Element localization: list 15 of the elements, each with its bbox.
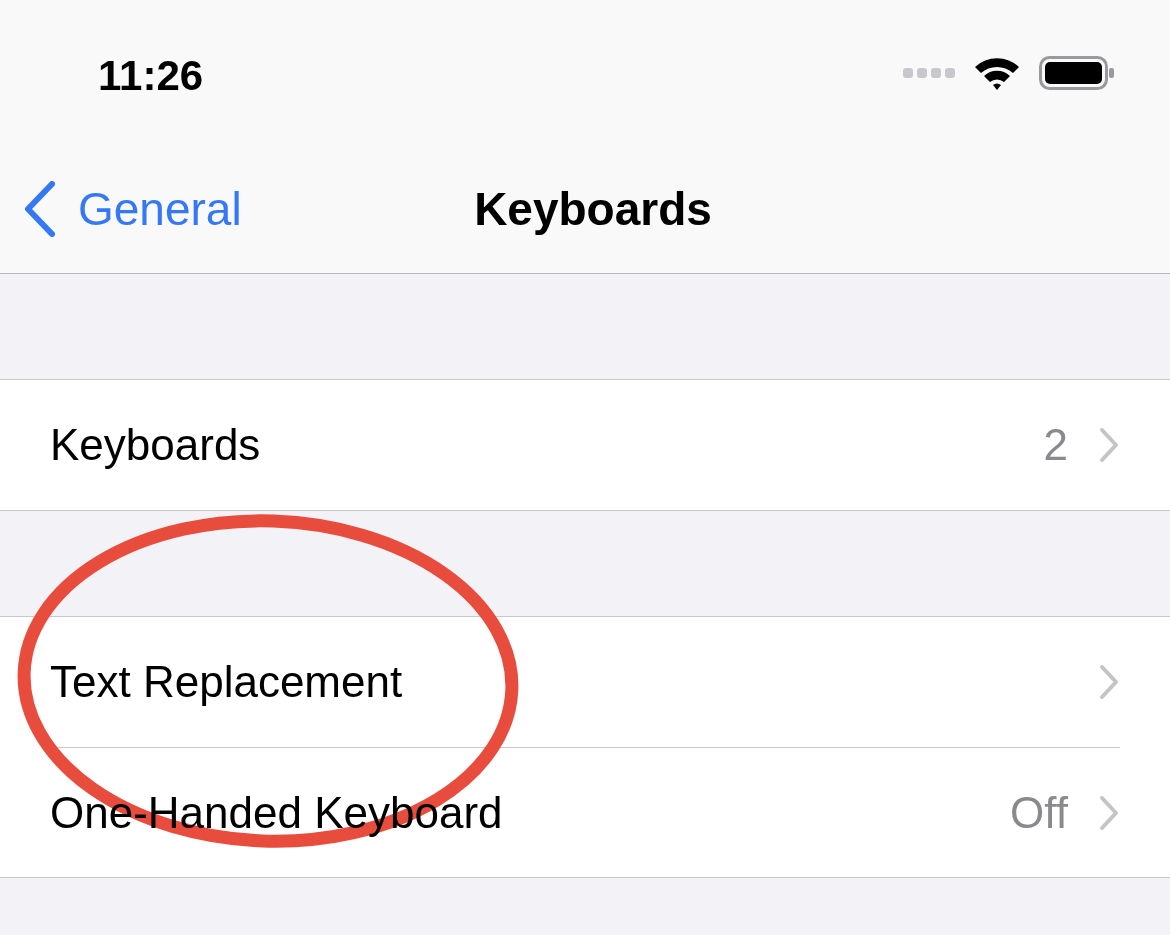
status-time: 11:26 bbox=[98, 52, 204, 100]
chevron-icon bbox=[1098, 794, 1120, 831]
row-value: Off bbox=[1010, 787, 1068, 838]
nav-title: Keyboards bbox=[474, 182, 712, 236]
settings-row[interactable]: Text Replacement bbox=[50, 617, 1120, 747]
row-label: Text Replacement bbox=[50, 657, 403, 707]
battery-icon bbox=[1039, 56, 1115, 90]
back-chevron-icon bbox=[24, 181, 56, 237]
chevron-icon bbox=[1098, 427, 1120, 463]
row-value: 2 bbox=[1043, 420, 1068, 470]
wifi-icon bbox=[973, 55, 1021, 91]
signal-icon bbox=[903, 68, 955, 78]
chevron-icon bbox=[1098, 664, 1120, 700]
back-button[interactable]: General bbox=[24, 181, 242, 237]
row-label: Keyboards bbox=[50, 420, 261, 470]
